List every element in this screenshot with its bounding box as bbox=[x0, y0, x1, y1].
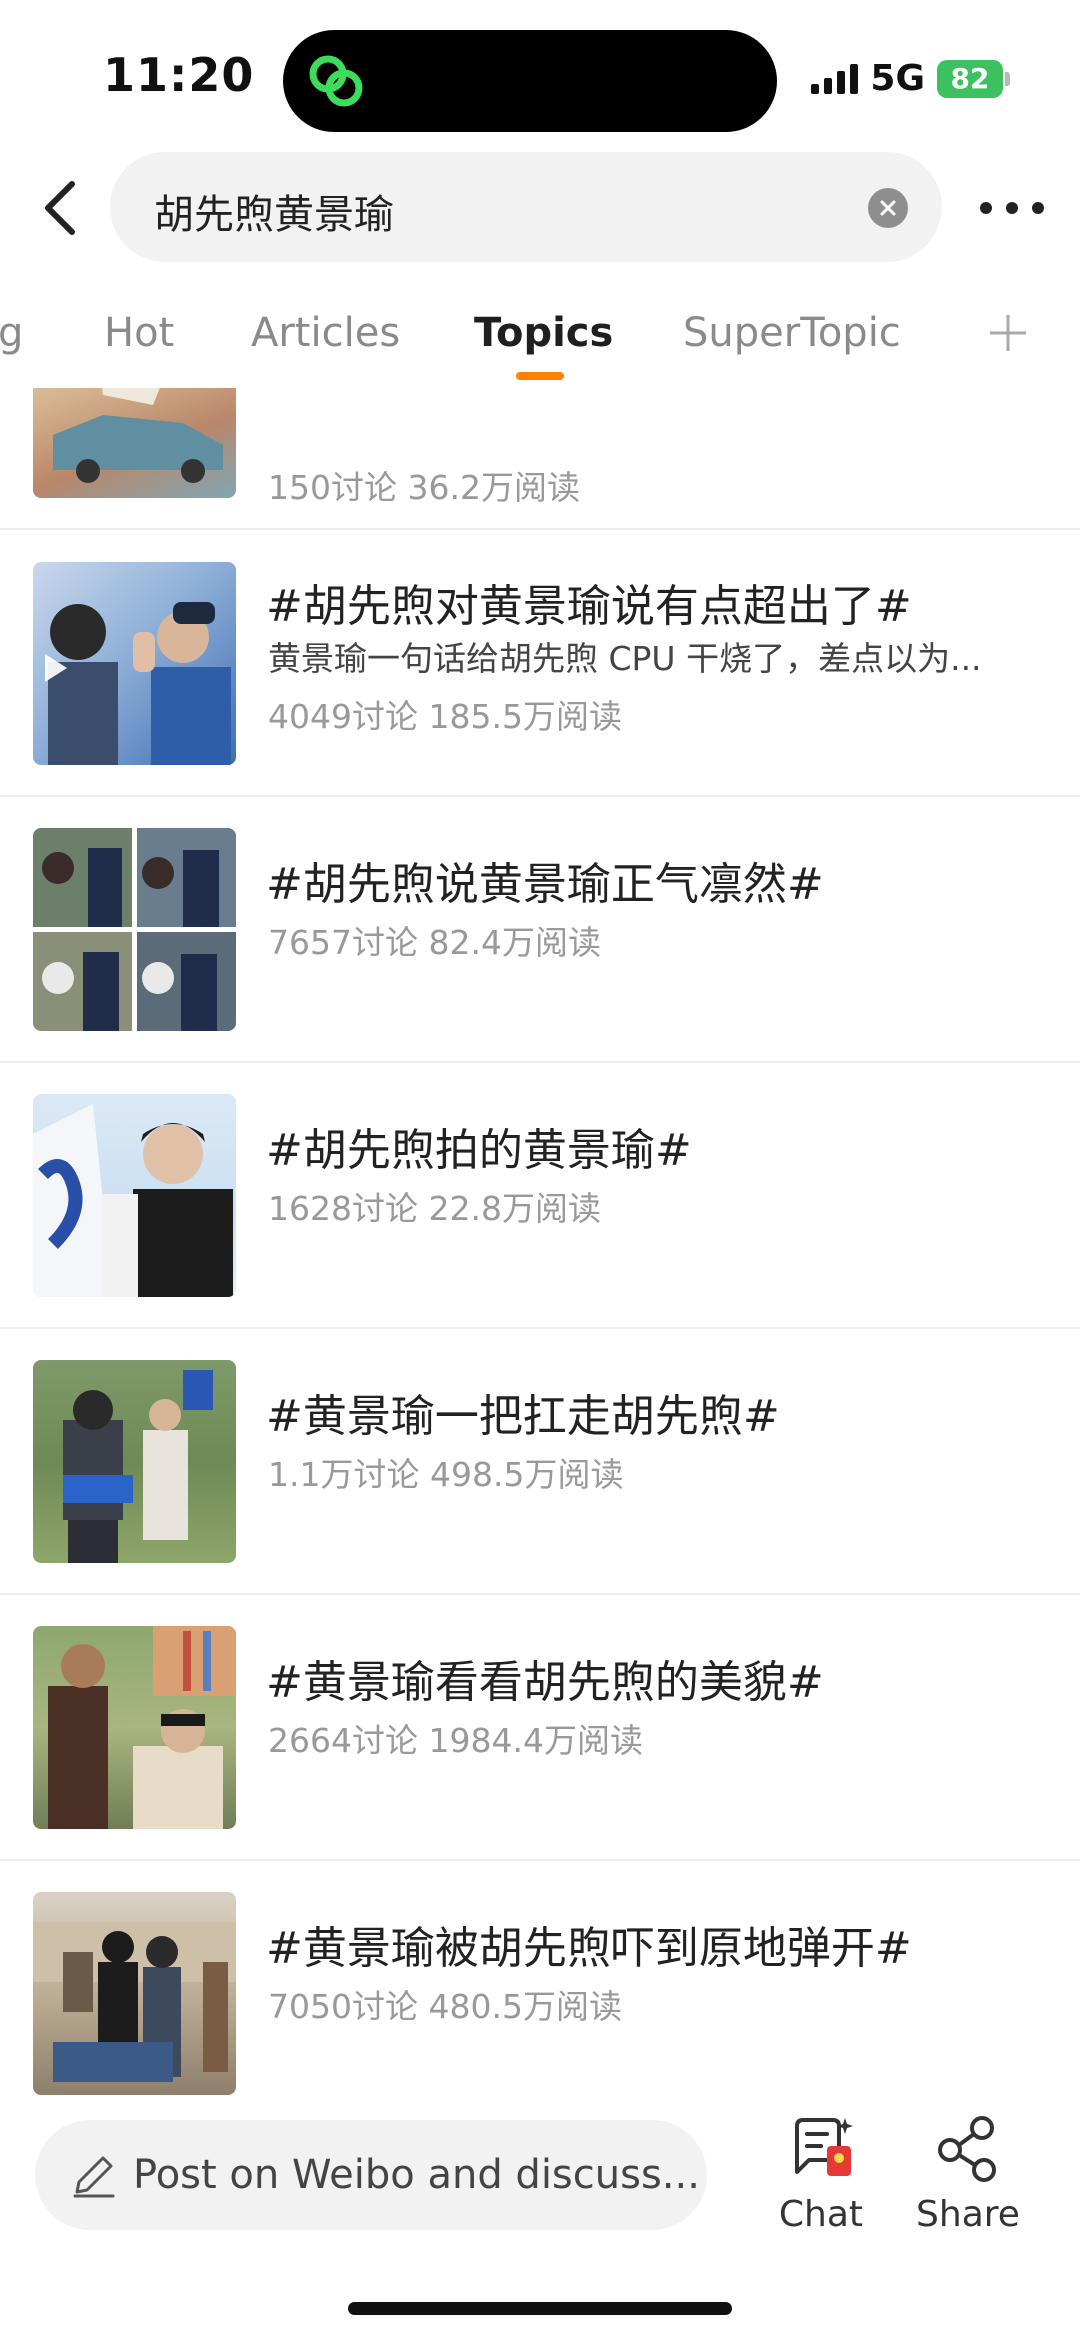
topic-title: #黄景瑜看看胡先煦的美貌# bbox=[266, 1657, 824, 1708]
home-indicator[interactable] bbox=[348, 2302, 732, 2315]
topic-row[interactable]: #黄景瑜一把扛走胡先煦# 1.1万讨论 498.5万阅读 bbox=[0, 1330, 1080, 1595]
topic-thumbnail bbox=[33, 828, 236, 1031]
topic-title: #黄景瑜一把扛走胡先煦# bbox=[266, 1391, 780, 1442]
chat-icon bbox=[795, 2118, 853, 2176]
tab-hot[interactable]: Hot bbox=[104, 310, 174, 356]
back-arrow-icon bbox=[45, 181, 75, 235]
topic-stats: 150讨论 36.2万阅读 bbox=[268, 468, 580, 507]
topic-row[interactable]: #胡先煦拍的黄景瑜# 1628讨论 22.8万阅读 bbox=[0, 1064, 1080, 1329]
add-tab-button[interactable] bbox=[980, 298, 1036, 368]
topic-title: #胡先煦对黄景瑜说有点超出了# bbox=[266, 581, 912, 632]
compose-placeholder: Post on Weibo and discuss... bbox=[133, 2152, 700, 2198]
topic-stats: 2664讨论 1984.4万阅读 bbox=[268, 1721, 643, 1760]
clear-search-button[interactable] bbox=[868, 188, 908, 228]
chat-button[interactable]: Chat bbox=[761, 2114, 881, 2244]
status-bar: 11:20 5G 82 bbox=[0, 0, 1080, 150]
topic-thumbnail bbox=[33, 1626, 236, 1829]
topic-stats: 1628讨论 22.8万阅读 bbox=[268, 1189, 601, 1228]
search-query: 胡先煦黄景瑜 bbox=[154, 192, 394, 238]
tab-supertopic[interactable]: SuperTopic bbox=[683, 310, 901, 356]
weibo-search-screen: 11:20 5G 82 胡先煦黄景瑜 g Hot Articles Topics… bbox=[0, 0, 1080, 2341]
search-input[interactable]: 胡先煦黄景瑜 bbox=[110, 152, 942, 262]
pencil-icon bbox=[73, 2156, 115, 2198]
topic-stats: 7657讨论 82.4万阅读 bbox=[268, 923, 601, 962]
share-button[interactable]: Share bbox=[908, 2114, 1028, 2244]
topic-row[interactable]: #胡先煦说黄景瑜正气凛然# 7657讨论 82.4万阅读 bbox=[0, 798, 1080, 1063]
topic-row[interactable]: #黄景瑜看看胡先煦的美貌# 2664讨论 1984.4万阅读 bbox=[0, 1596, 1080, 1861]
topic-stats: 1.1万讨论 498.5万阅读 bbox=[268, 1455, 624, 1494]
topic-thumbnail bbox=[33, 1094, 236, 1297]
topic-title: #黄景瑜被胡先煦吓到原地弹开# bbox=[266, 1923, 912, 1974]
topic-row[interactable]: #胡先煦对黄景瑜说有点超出了# 黄景瑜一句话给胡先煦 CPU 干烧了，差点以为.… bbox=[0, 532, 1080, 797]
topic-thumbnail bbox=[33, 1360, 236, 1563]
topic-description: 黄景瑜一句话给胡先煦 CPU 干烧了，差点以为... bbox=[268, 639, 982, 678]
status-indicators: 5G 82 bbox=[811, 58, 1010, 99]
share-label: Share bbox=[916, 2194, 1020, 2235]
play-icon bbox=[45, 654, 67, 682]
topic-stats: 7050讨论 480.5万阅读 bbox=[268, 1987, 622, 2026]
clear-icon bbox=[880, 200, 896, 216]
topic-thumbnail bbox=[33, 562, 236, 765]
compose-input[interactable]: Post on Weibo and discuss... bbox=[35, 2120, 707, 2230]
signal-icon bbox=[811, 63, 859, 94]
tab-articles[interactable]: Articles bbox=[251, 310, 400, 356]
dynamic-island bbox=[283, 30, 777, 132]
tab-partial[interactable]: g bbox=[0, 310, 23, 356]
topic-thumbnail bbox=[33, 388, 236, 498]
chat-label: Chat bbox=[778, 2194, 864, 2235]
topic-title: #胡先煦拍的黄景瑜# bbox=[266, 1125, 692, 1176]
link-app-icon bbox=[309, 55, 363, 107]
result-tabs: g Hot Articles Topics SuperTopic bbox=[0, 298, 1080, 388]
topic-list: 150讨论 36.2万阅读 #胡先煦对黄景瑜说有点超出了# 黄景瑜一句话给胡先煦… bbox=[0, 388, 1080, 2098]
topic-row[interactable]: 150讨论 36.2万阅读 bbox=[0, 388, 1080, 530]
add-tab-icon bbox=[990, 315, 1026, 351]
network-type: 5G bbox=[870, 58, 925, 99]
battery-icon: 82 bbox=[937, 59, 1003, 98]
topic-thumbnail bbox=[33, 1892, 236, 2095]
active-tab-indicator bbox=[516, 372, 564, 380]
tab-topics[interactable]: Topics bbox=[474, 310, 613, 356]
status-time: 11:20 bbox=[103, 48, 255, 102]
topic-row[interactable]: #黄景瑜被胡先煦吓到原地弹开# 7050讨论 480.5万阅读 bbox=[0, 1862, 1080, 2098]
share-icon bbox=[938, 2116, 996, 2182]
battery-tip bbox=[1005, 71, 1010, 86]
topic-title: #胡先煦说黄景瑜正气凛然# bbox=[266, 859, 824, 910]
topic-stats: 4049讨论 185.5万阅读 bbox=[268, 697, 622, 736]
back-button[interactable] bbox=[24, 172, 96, 244]
more-icon[interactable] bbox=[972, 178, 1052, 238]
